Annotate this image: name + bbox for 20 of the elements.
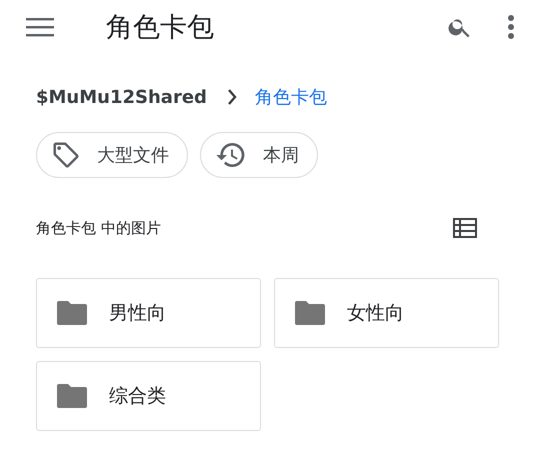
- more-options-icon[interactable]: [507, 14, 515, 40]
- folder-icon: [57, 384, 87, 408]
- folder-card[interactable]: 女性向: [274, 278, 499, 348]
- tag-icon: [51, 140, 81, 170]
- folder-name: 综合类: [109, 384, 166, 409]
- chevron-right-icon: [226, 89, 237, 105]
- filter-chip[interactable]: 大型文件: [36, 132, 188, 178]
- folder-icon: [57, 301, 87, 325]
- folder-card[interactable]: 综合类: [36, 361, 261, 431]
- folder-name: 女性向: [347, 301, 404, 326]
- section-title: 角色卡包 中的图片: [36, 218, 161, 238]
- filter-chip[interactable]: 本周: [200, 132, 318, 178]
- folder-name: 男性向: [109, 301, 166, 326]
- folder-card[interactable]: 男性向: [36, 278, 261, 348]
- list-view-icon[interactable]: [453, 218, 477, 238]
- breadcrumb-link[interactable]: $MuMu12Shared: [36, 86, 207, 108]
- breadcrumb-link[interactable]: 角色卡包: [254, 85, 327, 109]
- folder-icon: [295, 301, 325, 325]
- app-title: 角色卡包: [106, 11, 215, 45]
- menu-icon[interactable]: [26, 17, 54, 37]
